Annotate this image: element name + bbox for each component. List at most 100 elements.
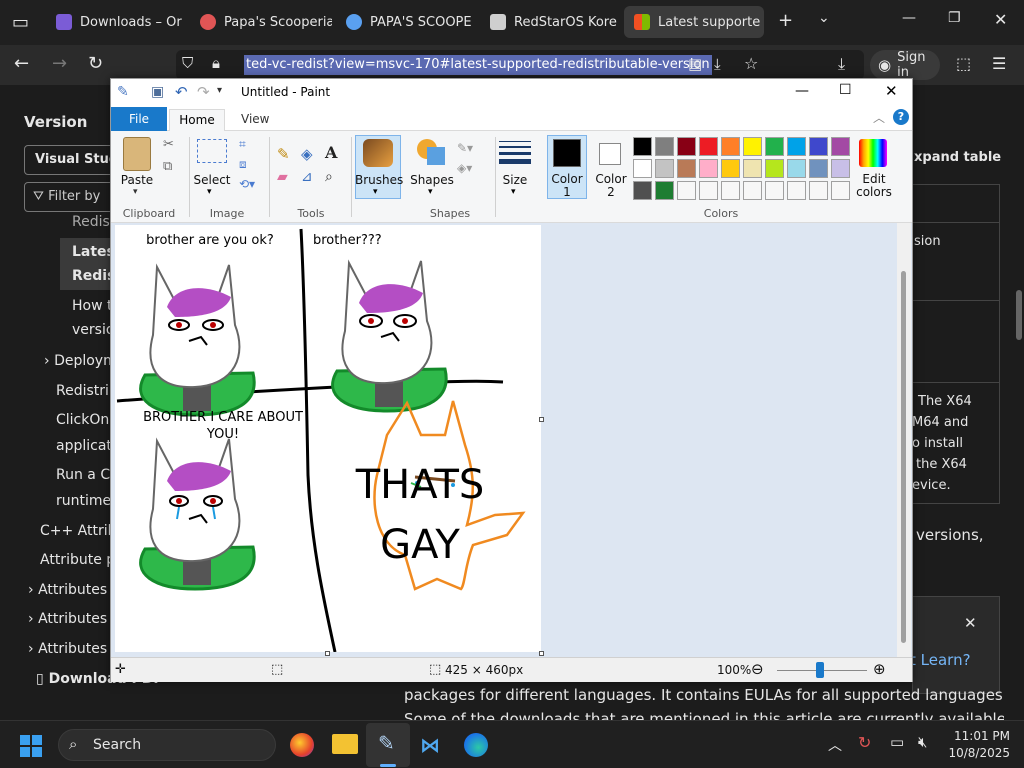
- palette-swatch[interactable]: [721, 137, 740, 156]
- firefox-icon[interactable]: [290, 733, 314, 757]
- close-window-icon[interactable]: ✕: [994, 10, 1007, 29]
- chevron-down-icon[interactable]: ▾: [373, 187, 378, 197]
- paste-icon[interactable]: [123, 137, 151, 171]
- bookmark-star-icon[interactable]: ☆: [744, 54, 758, 73]
- file-explorer-icon[interactable]: [332, 734, 358, 754]
- vs-installer-icon[interactable]: ⋈: [420, 733, 446, 757]
- magnifier-icon[interactable]: ⌕: [325, 169, 333, 185]
- nav-item[interactable]: How t: [72, 298, 112, 314]
- palette-swatch[interactable]: [699, 159, 718, 178]
- canvas-resize-handle[interactable]: [539, 417, 544, 422]
- tab-papas-scooperia-2[interactable]: PAPA'S SCOOPE✕: [336, 6, 478, 38]
- drawing-canvas[interactable]: brother are you ok? brother??? BROTHER I…: [115, 225, 541, 653]
- size-button[interactable]: Size: [495, 173, 535, 187]
- sign-in-button[interactable]: ◉ Sign in: [870, 50, 940, 80]
- lock-icon[interactable]: 🔒︎: [212, 54, 220, 72]
- page-scrollbar-thumb[interactable]: [1016, 290, 1022, 340]
- palette-swatch[interactable]: [677, 159, 696, 178]
- back-icon[interactable]: ←: [14, 53, 29, 74]
- nav-item[interactable]: C++ Attrib: [40, 523, 117, 539]
- palette-swatch[interactable]: [787, 181, 806, 200]
- palette-swatch[interactable]: [633, 159, 652, 178]
- redo-icon[interactable]: ↷: [197, 83, 210, 101]
- chevron-down-icon[interactable]: ▾: [511, 187, 516, 197]
- sync-icon[interactable]: ↻: [858, 733, 871, 752]
- tab-papas-scooperia[interactable]: Papa's Scooperia✕: [190, 6, 332, 38]
- url-text[interactable]: ted-vc-redist?view=msvc-170#latest-suppo…: [244, 55, 712, 75]
- text-icon[interactable]: A: [325, 143, 337, 162]
- undo-icon[interactable]: ↶: [175, 83, 188, 101]
- copy-icon[interactable]: ⧉: [163, 159, 172, 174]
- learn-link[interactable]: t Learn?: [910, 651, 971, 669]
- taskbar-search[interactable]: ⌕ Search: [58, 729, 276, 761]
- palette-swatch[interactable]: [787, 159, 806, 178]
- minimize-icon[interactable]: —: [795, 83, 809, 99]
- nav-item[interactable]: Redist: [72, 214, 115, 230]
- palette-swatch[interactable]: [831, 181, 850, 200]
- palette-swatch[interactable]: [831, 159, 850, 178]
- palette-swatch[interactable]: [721, 181, 740, 200]
- reload-icon[interactable]: ↻: [88, 53, 103, 74]
- nav-item[interactable]: Redistrib: [56, 383, 118, 399]
- filter-input[interactable]: ⛛ Filter by: [24, 182, 114, 212]
- fill-icon[interactable]: ◈: [301, 145, 313, 163]
- zoom-slider-thumb[interactable]: [816, 662, 824, 678]
- nav-item[interactable]: › Attributes a: [28, 641, 120, 657]
- palette-swatch[interactable]: [809, 181, 828, 200]
- quick-access-dropdown-icon[interactable]: ▾: [217, 85, 222, 96]
- select-button[interactable]: Select: [191, 173, 233, 187]
- network-icon[interactable]: ▭: [890, 733, 904, 751]
- palette-swatch[interactable]: [787, 137, 806, 156]
- clock[interactable]: 11:01 PM 10/8/2025: [946, 728, 1010, 762]
- reader-view-icon[interactable]: ▤: [688, 55, 702, 73]
- tab-latest-supported[interactable]: Latest supporte✕: [624, 6, 764, 38]
- collapse-ribbon-icon[interactable]: ︿: [873, 109, 885, 126]
- tab-redstaros[interactable]: RedStarOS Kore✕: [480, 6, 622, 38]
- close-icon[interactable]: ✕: [885, 82, 898, 100]
- tab-downloads[interactable]: Downloads – Or✕: [46, 6, 186, 38]
- nav-item[interactable]: applicati: [56, 438, 116, 454]
- help-icon[interactable]: ?: [893, 109, 909, 125]
- close-icon[interactable]: ✕: [964, 614, 977, 632]
- windows-start-icon[interactable]: [20, 735, 42, 757]
- edge-icon[interactable]: [464, 733, 488, 757]
- palette-swatch[interactable]: [633, 181, 652, 200]
- scrollbar-thumb[interactable]: [901, 271, 906, 643]
- palette-swatch[interactable]: [655, 137, 674, 156]
- color2-button[interactable]: Color 2: [591, 173, 631, 199]
- tab-view[interactable]: View: [235, 109, 275, 129]
- resize-icon[interactable]: ⧈: [239, 157, 247, 172]
- maximize-icon[interactable]: ❐: [948, 10, 961, 26]
- cut-icon[interactable]: ✂: [163, 137, 174, 152]
- file-menu[interactable]: File: [111, 107, 167, 131]
- nav-item[interactable]: Attribute p: [40, 552, 115, 568]
- palette-swatch[interactable]: [809, 137, 828, 156]
- eraser-icon[interactable]: ▰: [277, 169, 288, 185]
- maximize-icon[interactable]: ☐: [839, 82, 852, 98]
- palette-swatch[interactable]: [699, 181, 718, 200]
- rainbow-icon[interactable]: [859, 139, 887, 167]
- chevron-down-icon[interactable]: ▾: [428, 187, 433, 197]
- color2-swatch[interactable]: [599, 143, 621, 165]
- chevron-down-icon[interactable]: ▾: [133, 187, 138, 197]
- pencil-icon[interactable]: ✎: [277, 145, 290, 163]
- shield-icon[interactable]: ⛉: [182, 54, 193, 72]
- edit-colors-button[interactable]: Edit colors: [851, 173, 897, 199]
- rotate-icon[interactable]: ⟲▾: [239, 177, 255, 191]
- shapes-button[interactable]: Shapes: [409, 173, 455, 187]
- color-picker-icon[interactable]: ⊿: [301, 169, 313, 185]
- palette-swatch[interactable]: [655, 159, 674, 178]
- canvas-resize-handle[interactable]: [325, 651, 330, 656]
- palette-swatch[interactable]: [765, 181, 784, 200]
- palette-swatch[interactable]: [809, 159, 828, 178]
- nav-item-deployment[interactable]: › Deploym: [44, 353, 117, 369]
- outline-icon[interactable]: ✎▾: [457, 141, 473, 155]
- palette-swatch[interactable]: [655, 181, 674, 200]
- nav-item[interactable]: › Attributes b: [28, 582, 121, 598]
- palette-swatch[interactable]: [831, 137, 850, 156]
- tab-list-icon[interactable]: ⌄: [818, 10, 830, 26]
- zoom-in-icon[interactable]: ⊕: [873, 660, 886, 678]
- menu-icon[interactable]: ☰: [992, 54, 1006, 73]
- palette-swatch[interactable]: [743, 159, 762, 178]
- crop-icon[interactable]: ⌗: [239, 137, 246, 152]
